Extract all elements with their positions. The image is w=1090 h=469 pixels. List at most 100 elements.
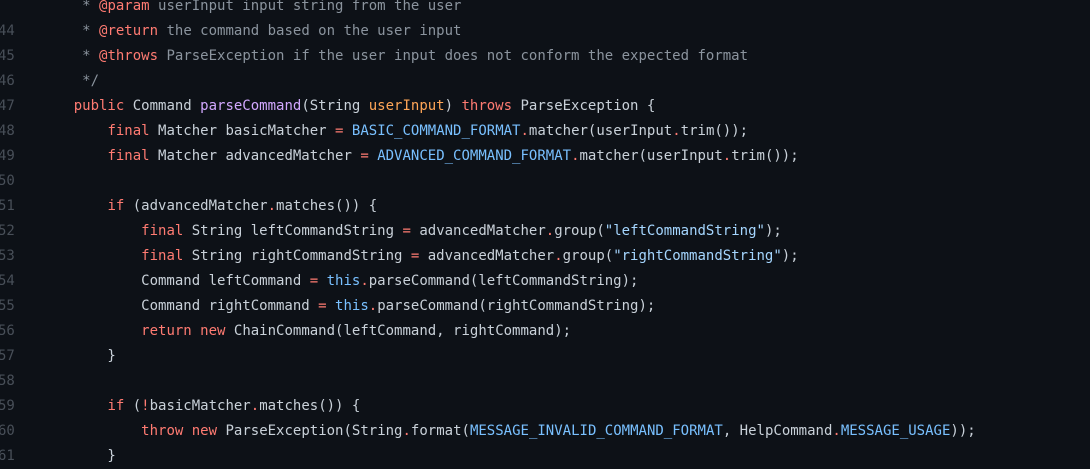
code-token: @throws — [99, 48, 159, 64]
code-token: . — [402, 423, 411, 439]
code-editor[interactable]: * @param userInput input string from the… — [0, 0, 1090, 469]
code-token: Matcher advancedMatcher — [149, 148, 361, 164]
code-token: String leftCommandString — [183, 223, 403, 239]
code-token: throws — [461, 98, 513, 114]
code-token: parseCommand(rightCommandString); — [377, 298, 656, 314]
code-token: = — [309, 273, 319, 289]
line-number: 45 — [0, 48, 15, 64]
code-text[interactable]: } — [40, 344, 116, 369]
code-text[interactable]: if (!basicMatcher.matches()) { — [40, 394, 360, 419]
code-token: advancedMatcher — [410, 223, 546, 239]
code-line[interactable]: * @param userInput input string from the… — [0, 0, 1090, 19]
line-number: 60 — [0, 423, 15, 439]
code-token: , HelpCommand — [722, 423, 833, 439]
code-token: . — [267, 198, 277, 214]
line-number: 47 — [0, 98, 15, 114]
code-line[interactable]: 57 } — [0, 344, 1090, 369]
code-token: ( — [124, 398, 142, 414]
code-token: . — [672, 123, 681, 139]
code-text[interactable]: if (advancedMatcher.matches()) { — [40, 194, 377, 219]
code-token: MESSAGE_INVALID_COMMAND_FORMAT — [469, 423, 723, 439]
code-text[interactable]: final String leftCommandString = advance… — [40, 219, 782, 244]
line-number: 61 — [0, 448, 15, 464]
code-line[interactable]: 59 if (!basicMatcher.matches()) { — [0, 394, 1090, 419]
code-line[interactable]: 46 */ — [0, 69, 1090, 94]
code-line[interactable]: 47 public Command parseCommand(String us… — [0, 94, 1090, 119]
code-line[interactable]: 53 final String rightCommandString = adv… — [0, 244, 1090, 269]
code-token: } — [40, 348, 116, 364]
code-line[interactable]: 60 throw new ParseException(String.forma… — [0, 419, 1090, 444]
code-line[interactable]: 44 * @return the command based on the us… — [0, 19, 1090, 44]
code-text[interactable]: final Matcher basicMatcher = BASIC_COMMA… — [40, 119, 748, 144]
code-token: format( — [410, 423, 470, 439]
code-token: @param — [99, 0, 150, 14]
code-line[interactable]: 50 — [0, 169, 1090, 194]
code-token: . — [545, 223, 555, 239]
code-text[interactable]: * @return the command based on the user … — [40, 19, 461, 44]
code-token: new — [200, 323, 226, 339]
code-token: (String — [301, 98, 369, 114]
code-token: * — [73, 0, 100, 14]
code-token: group( — [562, 248, 614, 264]
code-line[interactable]: 45 * @throws ParseException if the user … — [0, 44, 1090, 69]
line-number: 57 — [0, 348, 15, 364]
code-token: ); — [781, 248, 799, 264]
code-token: Command leftCommand — [40, 273, 310, 289]
line-number: 59 — [0, 398, 15, 414]
code-line[interactable]: 56 return new ChainCommand(leftCommand, … — [0, 319, 1090, 344]
code-token: ); — [764, 223, 782, 239]
code-token: matcher(userInput — [528, 123, 673, 139]
line-number: 51 — [0, 198, 15, 214]
code-token: ADVANCED_COMMAND_FORMAT — [377, 148, 572, 164]
code-line[interactable]: 52 final String leftCommandString = adva… — [0, 219, 1090, 244]
code-line[interactable]: 58 — [0, 369, 1090, 394]
code-text[interactable]: throw new ParseException(String.format(M… — [40, 419, 976, 444]
code-token: . — [520, 123, 529, 139]
code-token: public — [73, 98, 125, 114]
code-token: . — [722, 148, 732, 164]
code-text[interactable]: public Command parseCommand(String userI… — [40, 94, 656, 119]
code-token: = — [318, 298, 327, 314]
code-token: trim()); — [680, 123, 749, 139]
code-text[interactable]: * @param userInput input string from the… — [40, 0, 461, 19]
code-line[interactable]: 49 final Matcher advancedMatcher = ADVAN… — [0, 144, 1090, 169]
code-token: = — [402, 223, 411, 239]
code-line[interactable]: 55 Command rightCommand = this.parseComm… — [0, 294, 1090, 319]
code-line[interactable]: 51 if (advancedMatcher.matches()) { — [0, 194, 1090, 219]
code-token: * — [40, 23, 100, 39]
code-token: . — [250, 398, 260, 414]
code-token: "rightCommandString" — [613, 248, 782, 264]
code-text[interactable]: * @throws ParseException if the user inp… — [40, 44, 748, 69]
code-token: basicMatcher — [149, 398, 251, 414]
code-line[interactable]: 54 Command leftCommand = this.parseComma… — [0, 269, 1090, 294]
code-text[interactable]: */ — [40, 69, 99, 94]
code-text[interactable]: } — [40, 444, 115, 469]
code-line[interactable]: 61 } — [0, 444, 1090, 469]
code-text[interactable]: Command leftCommand = this.parseCommand(… — [40, 269, 638, 294]
code-token: ChainCommand(leftCommand, rightCommand); — [225, 323, 572, 339]
code-token: . — [554, 248, 563, 264]
code-token: . — [571, 148, 580, 164]
line-number: 44 — [0, 23, 15, 39]
code-token: (advancedMatcher — [124, 198, 268, 214]
line-number: 50 — [0, 173, 15, 189]
code-text[interactable]: return new ChainCommand(leftCommand, rig… — [40, 319, 571, 344]
code-token: the command based on the user input — [158, 23, 462, 39]
code-token: if — [107, 198, 125, 214]
code-token: )); — [950, 423, 976, 439]
code-token: trim()); — [731, 148, 799, 164]
code-text[interactable]: final String rightCommandString = advanc… — [40, 244, 799, 269]
code-text[interactable]: final Matcher advancedMatcher = ADVANCED… — [40, 144, 799, 169]
code-line[interactable]: 48 final Matcher basicMatcher = BASIC_CO… — [0, 119, 1090, 144]
code-text[interactable]: Command rightCommand = this.parseCommand… — [40, 294, 655, 319]
code-token: matches()) { — [259, 398, 361, 414]
line-number: 52 — [0, 223, 15, 239]
